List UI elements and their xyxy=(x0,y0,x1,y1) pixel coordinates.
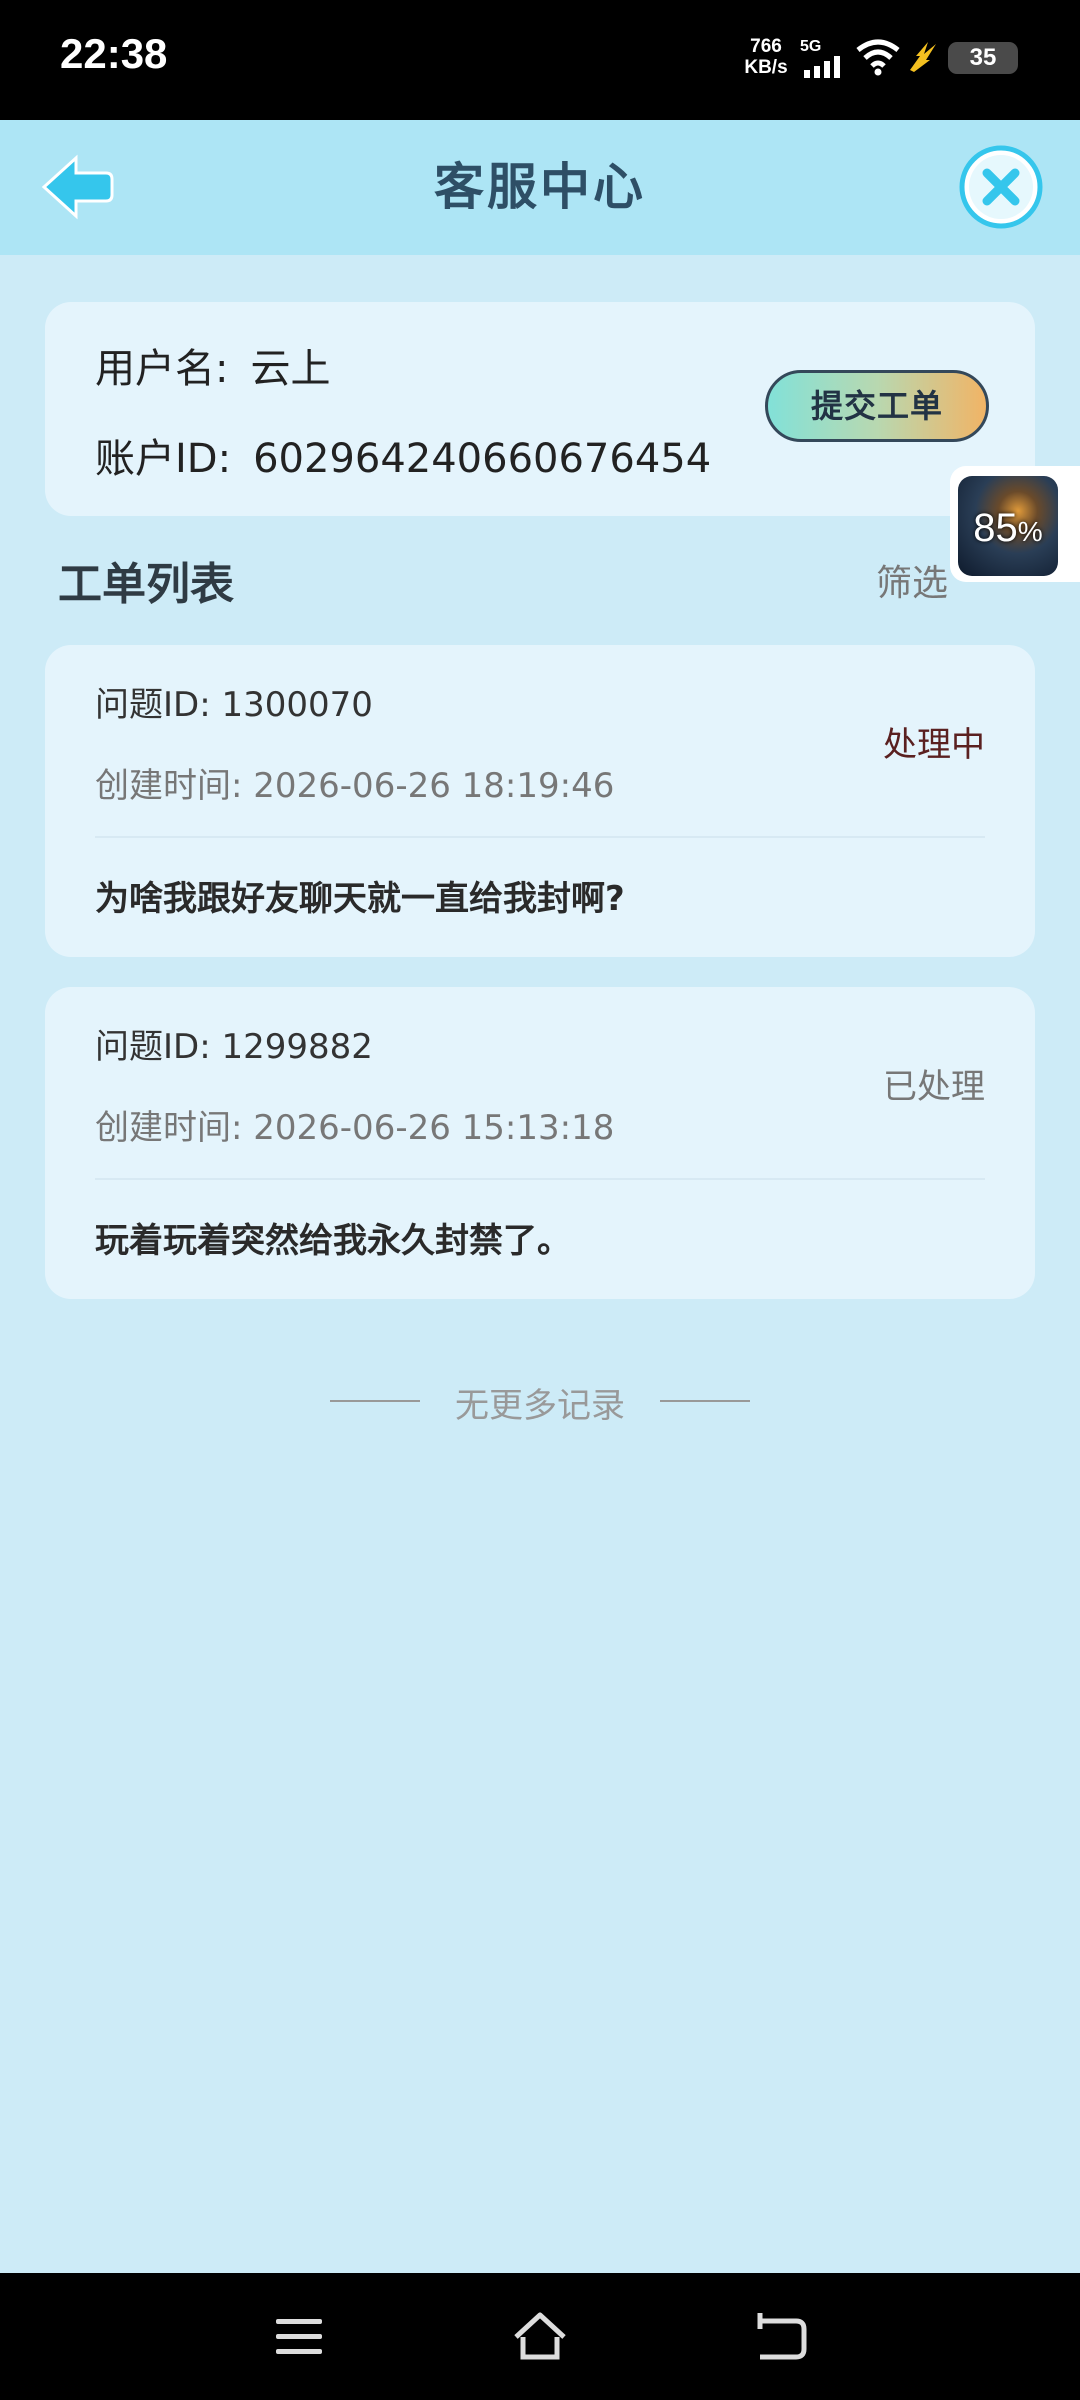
status-time: 22:38 xyxy=(60,30,168,77)
user-info-card: 用户名: 云上 账户ID: 602964240660676454 提交工单 xyxy=(45,302,1035,516)
network-type: 5G xyxy=(800,38,822,55)
network-speed-unit: KB/s xyxy=(744,57,788,78)
arrow-left-icon xyxy=(41,154,114,220)
floating-widget-percent: 85% xyxy=(958,476,1058,576)
ticket-divider xyxy=(95,1178,985,1180)
charging-bolt-icon xyxy=(910,42,936,72)
ticket-status: 已处理 xyxy=(883,1067,985,1107)
floating-widget-thumbnail: 85% xyxy=(958,476,1058,576)
ticket-list-title: 工单列表 xyxy=(58,559,234,610)
close-button[interactable] xyxy=(958,144,1044,230)
username-value: 云上 xyxy=(250,346,331,392)
ticket-description: 玩着玩着突然给我永久封禁了。 xyxy=(95,1221,571,1261)
account-id-row: 账户ID: 602964240660676454 xyxy=(95,426,711,484)
home-icon[interactable] xyxy=(510,2309,570,2365)
floating-percent-sign: % xyxy=(1017,516,1043,547)
account-id-label: 账户ID: xyxy=(95,436,232,482)
back-icon[interactable] xyxy=(750,2309,810,2365)
ticket-card[interactable]: 问题ID: 1300070 创建时间: 2026-06-26 18:19:46 … xyxy=(45,645,1035,957)
network-speed-value: 766 xyxy=(750,36,782,57)
back-button[interactable] xyxy=(40,154,114,220)
page-header: 客服中心 xyxy=(0,120,1080,255)
battery-icon: 35 xyxy=(948,42,1018,74)
filter-button[interactable]: 筛选 xyxy=(876,554,948,606)
account-id-value: 602964240660676454 xyxy=(253,436,712,482)
ticket-divider xyxy=(95,836,985,838)
ticket-description: 为啥我跟好友聊天就一直给我封啊? xyxy=(95,879,625,919)
ticket-created-time: 创建时间: 2026-06-26 15:13:18 xyxy=(95,1108,615,1148)
ticket-card[interactable]: 问题ID: 1299882 创建时间: 2026-06-26 15:13:18 … xyxy=(45,987,1035,1299)
wifi-icon xyxy=(856,39,900,76)
close-x-icon xyxy=(959,145,1043,229)
ticket-id: 问题ID: 1299882 xyxy=(95,1027,373,1067)
ticket-status: 处理中 xyxy=(883,725,985,765)
page-title: 客服中心 xyxy=(434,158,646,216)
network-speed: 766 KB/s xyxy=(740,36,792,78)
username-label: 用户名: xyxy=(95,346,229,392)
floating-percent-value: 85 xyxy=(973,506,1018,550)
end-of-list: 无更多记录 xyxy=(0,1378,1080,1426)
signal-icon xyxy=(804,56,840,78)
username-row: 用户名: 云上 xyxy=(95,336,330,394)
no-more-records-text: 无更多记录 xyxy=(455,1386,625,1426)
system-nav-bar xyxy=(0,2273,1080,2400)
ticket-created-time: 创建时间: 2026-06-26 18:19:46 xyxy=(95,766,615,806)
submit-ticket-button[interactable]: 提交工单 xyxy=(765,370,989,442)
status-bar: 22:38 766 KB/s 5G 35 xyxy=(0,0,1080,120)
divider-line xyxy=(660,1400,750,1402)
ticket-id: 问题ID: 1300070 xyxy=(95,685,373,725)
floating-widget[interactable]: 85% xyxy=(950,466,1080,582)
menu-icon[interactable] xyxy=(270,2309,330,2365)
